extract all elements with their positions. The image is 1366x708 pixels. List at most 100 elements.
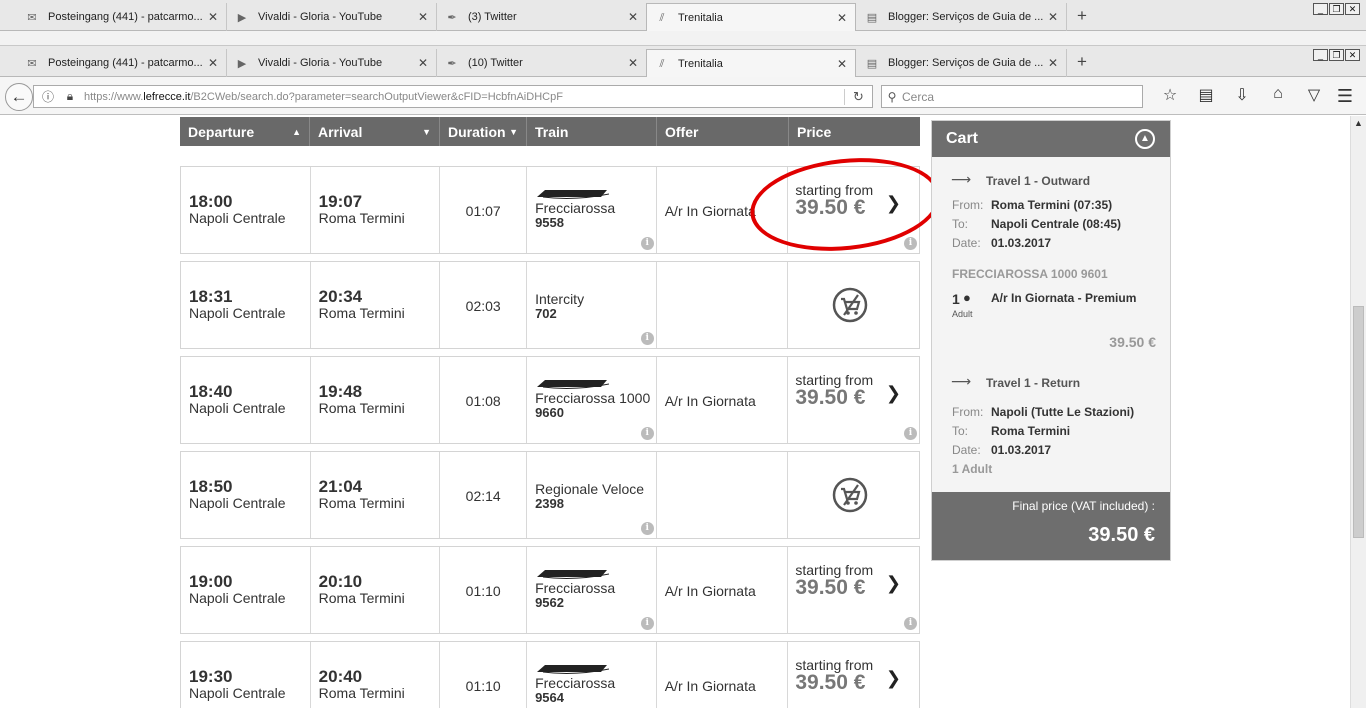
train-number: 702 [535,306,557,321]
tab[interactable]: ✉ Posteingang (441) - patcarmo... ✕ [17,49,227,77]
close-tab-icon[interactable]: ✕ [206,56,220,70]
close-tab-icon[interactable]: ✕ [626,56,640,70]
table-row[interactable]: 19:30 Napoli Centrale 20:40 Roma Termini 01:… [180,641,920,708]
tab[interactable]: ⫽ Trenitalia ✕ [646,49,856,78]
tab[interactable]: ✒ (3) Twitter ✕ [437,3,647,31]
chevron-right-icon[interactable]: ❯ [886,573,901,594]
table-row[interactable]: 18:31 Napoli Centrale 20:34 Roma Termini 02:… [180,261,920,349]
offer-cell[interactable]: A/r In Giornata [657,547,789,633]
offer-name: A/r In Giornata [664,583,756,599]
blogger-icon: ▤ [866,11,878,24]
departure-time: 18:31 [189,287,233,306]
navigation-bar: ← ⓘ 🔒︎ https://www.lefrecce.it/B2CWeb/se… [0,77,1366,115]
info-icon[interactable]: i [640,237,654,250]
address-bar[interactable]: ⓘ 🔒︎ https://www.lefrecce.it/B2CWeb/sear… [33,85,873,108]
price-cell[interactable]: starting from39.50 €❯i [788,642,919,708]
cart-unavailable-icon [833,477,868,513]
back-button[interactable]: ← [5,83,33,111]
restore-icon[interactable]: ❐ [1329,3,1344,15]
window-controls: _ ❐ ✕ [1313,3,1360,15]
train-name: Frecciarossa [535,580,616,596]
return-heading: Travel 1 - Return [986,376,1081,390]
scroll-up-icon[interactable]: ▲ [1353,118,1364,129]
close-window-icon[interactable]: ✕ [1345,49,1360,61]
pocket-icon[interactable]: ▽ [1296,85,1332,105]
info-icon[interactable]: i [640,617,654,630]
train-cell: Intercity 702 i [527,262,657,348]
arrow-right-icon: ⟶ [951,373,972,389]
sort-duration-header[interactable]: Duration ▼ [440,117,527,146]
tab[interactable]: ▶ Vivaldi - Gloria - YouTube ✕ [227,49,437,77]
window-controls: _ ❐ ✕ [1313,49,1360,61]
return-to-value: Roma Termini [991,424,1071,438]
url-text[interactable]: https://www.lefrecce.it/B2CWeb/search.do… [84,91,844,103]
close-tab-icon[interactable]: ✕ [835,11,849,25]
sort-down-icon: ▼ [422,126,431,137]
tab[interactable]: ▤ Blogger: Serviços de Guia de ... ✕ [857,3,1067,31]
close-tab-icon[interactable]: ✕ [1046,10,1060,24]
restore-icon[interactable]: ❐ [1329,49,1344,61]
sort-departure-header[interactable]: Departure ▲ [180,117,310,146]
duration-value: 01:10 [465,583,501,599]
info-icon[interactable]: i [904,427,917,440]
info-icon[interactable]: i [904,237,917,250]
duration-value: 01:08 [465,393,501,409]
tab[interactable]: ▤ Blogger: Serviços de Guia de ... ✕ [857,49,1067,77]
info-icon[interactable]: i [904,617,917,630]
minimize-icon[interactable]: _ [1313,3,1328,15]
offer-cell[interactable]: A/r In Giornata [657,357,789,443]
close-window-icon[interactable]: ✕ [1345,3,1360,15]
info-icon[interactable]: i [640,522,654,535]
home-icon[interactable]: ⌂ [1260,85,1296,105]
arrival-cell: 21:04 Roma Termini [311,452,441,538]
offer-cell[interactable]: A/r In Giornata [657,642,789,708]
table-row[interactable]: 18:40 Napoli Centrale 19:48 Roma Termini 01:… [180,356,920,444]
close-tab-icon[interactable]: ✕ [416,10,430,24]
close-tab-icon[interactable]: ✕ [206,10,220,24]
info-icon[interactable]: i [640,427,654,440]
search-input[interactable]: ⚲ Cerca [881,85,1143,108]
reading-list-icon[interactable]: ▤ [1188,85,1224,105]
tab[interactable]: ⫽ Trenitalia ✕ [646,3,856,32]
close-tab-icon[interactable]: ✕ [835,57,849,71]
tab[interactable]: ✒ (10) Twitter ✕ [437,49,647,77]
url-path: /B2CWeb/search.do?parameter=searchOutput… [190,90,563,103]
scroll-thumb[interactable] [1353,306,1364,538]
reload-icon[interactable]: ↻ [844,88,872,105]
sort-arrival-header[interactable]: Arrival ▼ [310,117,440,146]
sort-down-icon: ▼ [509,126,518,137]
video-icon: ▶ [237,11,247,24]
minimize-icon[interactable]: _ [1313,49,1328,61]
tab-title: Trenitalia [678,12,723,24]
close-tab-icon[interactable]: ✕ [626,10,640,24]
vertical-scrollbar[interactable]: ▲ [1350,116,1366,708]
price-header: Price [789,117,920,146]
mail-icon: ✉ [27,11,37,24]
offer-name: A/r In Giornata [664,393,756,409]
new-tab-button[interactable]: + [1072,52,1092,72]
final-price-label: Final price (VAT included) : [1012,499,1155,513]
chevron-right-icon[interactable]: ❯ [886,668,901,689]
info-icon[interactable]: ⓘ [40,88,56,105]
download-icon[interactable]: ⇩ [1224,85,1260,105]
lock-icon: 🔒︎ [66,89,74,103]
price-cell[interactable]: starting from39.50 €❯i [788,547,919,633]
menu-icon[interactable]: ☰ [1330,86,1360,107]
passenger-count: 1 [952,291,960,307]
bookmark-star-icon[interactable]: ☆ [1152,85,1188,105]
table-row[interactable]: 18:50 Napoli Centrale 21:04 Roma Termini 02:… [180,451,920,539]
table-row[interactable]: 19:00 Napoli Centrale 20:10 Roma Termini 01:… [180,546,920,634]
price-cell[interactable]: starting from39.50 €❯i [788,357,919,443]
new-tab-button[interactable]: + [1072,6,1092,26]
duration-value: 02:14 [465,488,501,504]
collapse-cart-icon[interactable]: ▲ [1135,129,1155,149]
cart-header: Cart ▲ [932,121,1170,157]
close-tab-icon[interactable]: ✕ [416,56,430,70]
offer-header-label: Offer [665,123,699,140]
frecciarossa-logo [537,665,610,674]
chevron-right-icon[interactable]: ❯ [886,383,901,404]
tab[interactable]: ✉ Posteingang (441) - patcarmo... ✕ [17,3,227,31]
close-tab-icon[interactable]: ✕ [1046,56,1060,70]
tab[interactable]: ▶ Vivaldi - Gloria - YouTube ✕ [227,3,437,31]
info-icon[interactable]: i [640,332,654,345]
